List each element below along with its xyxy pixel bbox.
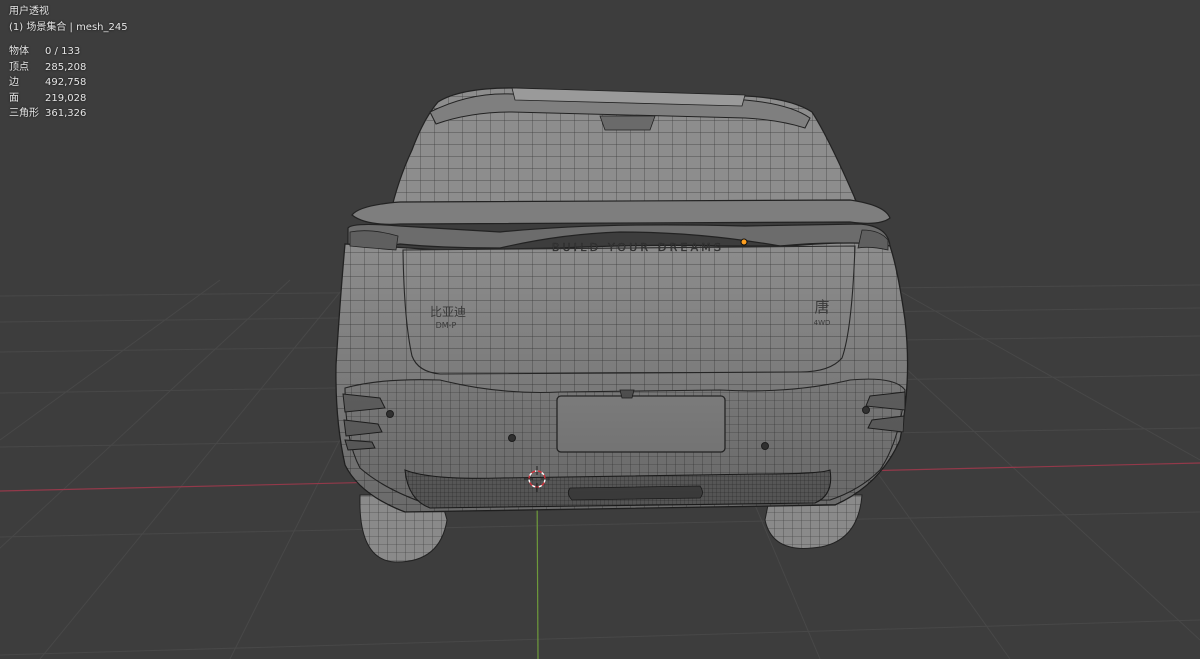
3d-viewport[interactable]: BUILD YOUR DREAMS 比亚迪 DM-P 唐 4WD 用户透视 (1… bbox=[0, 0, 1200, 659]
object-origin-icon bbox=[740, 238, 748, 246]
right-badge-sub-text: 4WD bbox=[814, 319, 831, 327]
right-badge-text: 唐 bbox=[814, 298, 829, 316]
left-badge-sub-text: DM-P bbox=[436, 321, 457, 330]
left-badge-text: 比亚迪 bbox=[430, 305, 466, 319]
viewport-scene[interactable]: BUILD YOUR DREAMS 比亚迪 DM-P 唐 4WD bbox=[0, 0, 1200, 659]
rear-slogan-text: BUILD YOUR DREAMS bbox=[552, 241, 724, 254]
car-mesh[interactable]: BUILD YOUR DREAMS 比亚迪 DM-P 唐 4WD bbox=[335, 87, 909, 563]
